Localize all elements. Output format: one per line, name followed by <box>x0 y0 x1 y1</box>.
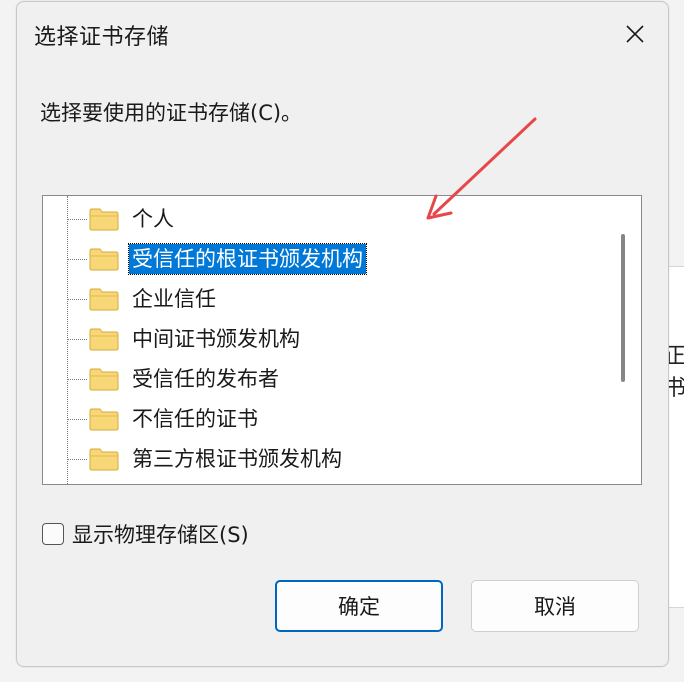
ok-button[interactable]: 确定 <box>275 580 443 632</box>
folder-icon <box>89 248 119 271</box>
folder-icon <box>89 408 119 431</box>
tree-item-label: 中间证书颁发机构 <box>132 327 300 351</box>
certificate-store-tree[interactable]: 个人 受信任的根证书颁发机构 企业信任 中间证书颁发机构 受信任的发布者 不信任… <box>42 195 642 485</box>
folder-icon <box>89 328 119 351</box>
background-window-panel <box>668 266 684 608</box>
select-certificate-store-dialog: 选择证书存储 选择要使用的证书存储(C)。 个人 受信任的根证书颁发机构 企业信… <box>16 1 669 667</box>
tree-item-label: 企业信任 <box>132 287 216 311</box>
tree-item-intermediate-ca[interactable]: 中间证书颁发机构 <box>43 319 623 359</box>
close-button[interactable] <box>613 14 657 54</box>
tree-item-trusted-root[interactable]: 受信任的根证书颁发机构 <box>43 239 623 279</box>
cancel-button[interactable]: 取消 <box>471 580 639 632</box>
close-icon <box>626 25 644 43</box>
tree-item-label: 不信任的证书 <box>132 407 258 431</box>
tree-item-untrusted-certificates[interactable]: 不信任的证书 <box>43 399 623 439</box>
tree-item-enterprise-trust[interactable]: 企业信任 <box>43 279 623 319</box>
tree-item-label: 个人 <box>132 207 174 231</box>
show-physical-stores-label: 显示物理存储区(S) <box>72 523 249 547</box>
tree-item-label: 受信任的根证书颁发机构 <box>128 243 367 275</box>
tree-item-label: 第三方根证书颁发机构 <box>132 447 342 471</box>
folder-icon <box>89 448 119 471</box>
folder-icon <box>89 368 119 391</box>
folder-icon <box>89 288 119 311</box>
show-physical-stores-option[interactable]: 显示物理存储区(S) <box>42 519 249 549</box>
tree-item-third-party-root-ca[interactable]: 第三方根证书颁发机构 <box>43 439 623 479</box>
tree-item-label: 受信任的发布者 <box>132 367 279 391</box>
dialog-title: 选择证书存储 <box>34 25 170 50</box>
tree-item-trusted-publishers[interactable]: 受信任的发布者 <box>43 359 623 399</box>
prompt-text: 选择要使用的证书存储(C)。 <box>40 101 303 125</box>
tree-item-personal[interactable]: 个人 <box>43 199 623 239</box>
tree-scrollbar-thumb[interactable] <box>621 234 625 382</box>
show-physical-stores-checkbox[interactable] <box>42 523 64 545</box>
folder-icon <box>89 208 119 231</box>
